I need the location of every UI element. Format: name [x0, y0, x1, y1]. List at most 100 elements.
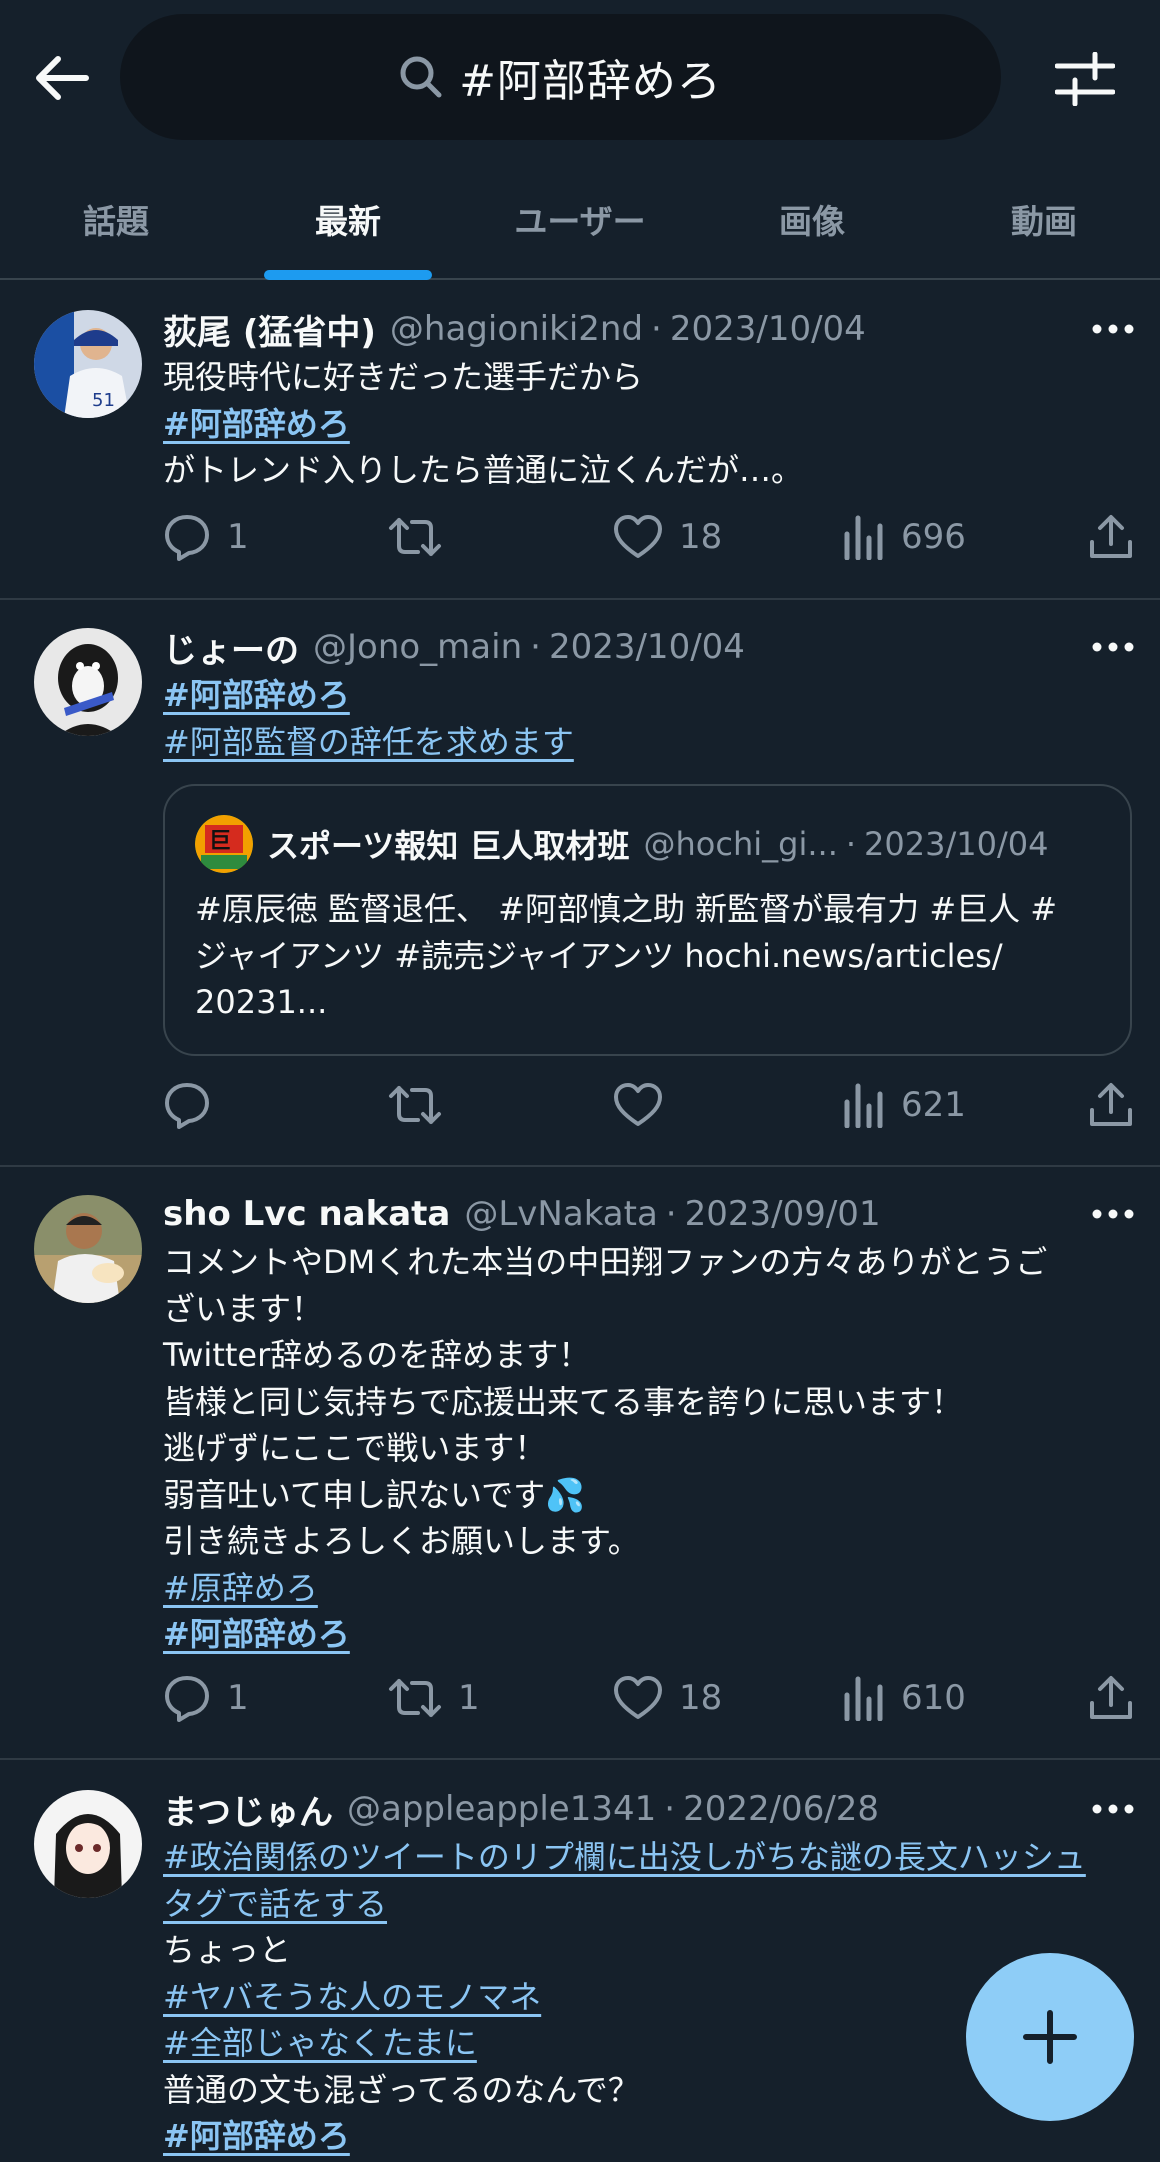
views-icon: [844, 1676, 883, 1721]
avatar[interactable]: [34, 1195, 142, 1303]
tweet-actions: 621: [163, 1077, 1134, 1133]
tab-label: ユーザー: [514, 202, 646, 241]
tweet-text: 現役時代に好きだった選手だから #阿部辞めろ がトレンド入りしたら普通に泣くんだ…: [163, 354, 1134, 494]
hashtag-link[interactable]: #全部じゃなくたまに: [163, 2024, 477, 2062]
hashtag-link[interactable]: #阿部辞めろ: [163, 1615, 350, 1653]
quote-meta: 巨 スポーツ報知 巨人取材班 @hochi_gi... · 2023/10/04: [195, 815, 1100, 873]
retweet-button[interactable]: 1: [388, 1675, 480, 1721]
back-arrow-icon: [36, 56, 89, 100]
text-line: コメントやDMくれた本当の中田翔ファンの方々ありがとうご: [163, 1243, 1048, 1281]
hashtag-link[interactable]: #原辞めろ: [163, 1569, 318, 1607]
avatar-photo: [34, 1195, 142, 1303]
tweet-date[interactable]: 2022/06/28: [683, 1789, 879, 1829]
like-button[interactable]: [613, 1082, 679, 1128]
quote-text: #原辰徳 監督退任、 #阿部慎之助 新監督が最有力 #巨人 # ジャイアンツ #…: [195, 886, 1090, 1026]
views-button[interactable]: 696: [843, 514, 966, 560]
author-handle[interactable]: @hagioniki2nd: [390, 309, 643, 349]
hashtag-link[interactable]: #ヤバそうな人のモノマネ: [163, 1978, 541, 2016]
tweet-meta: 荻尾 (猛省中) @hagioniki2nd · 2023/10/04: [163, 304, 1134, 354]
tab-latest[interactable]: 最新: [232, 160, 464, 280]
author-name[interactable]: 荻尾 (猛省中): [163, 305, 376, 354]
views-count: 696: [901, 517, 966, 557]
views-count: 621: [901, 1085, 966, 1125]
tweet-date[interactable]: 2023/10/04: [549, 627, 745, 667]
hochi-logo-icon: 巨: [195, 815, 253, 873]
reply-button[interactable]: 1: [163, 1674, 249, 1722]
avatar-photo: [34, 628, 142, 736]
hashtag-link[interactable]: タグで話をする: [163, 1885, 387, 1923]
share-button[interactable]: [1088, 514, 1134, 560]
share-button[interactable]: [1088, 1675, 1134, 1721]
text-line: ざいます！: [163, 1289, 324, 1328]
text-line: ちょっと: [163, 1931, 292, 1969]
tweet-date[interactable]: 2023/10/04: [670, 309, 866, 349]
search-tabs: 話題 最新 ユーザー 画像 動画: [0, 160, 1160, 280]
more-icon: [1092, 1804, 1134, 1814]
avatar[interactable]: 51: [34, 310, 142, 418]
tab-users[interactable]: ユーザー: [464, 160, 696, 278]
hashtag-link[interactable]: #阿部監督の辞任を求めます: [163, 723, 574, 761]
share-button[interactable]: [1088, 1082, 1134, 1128]
more-button[interactable]: [1074, 1784, 1134, 1834]
tweet-text: コメントやDMくれた本当の中田翔ファンの方々ありがとうご ざいます！ Twitt…: [163, 1239, 1134, 1658]
like-button[interactable]: 18: [613, 514, 722, 560]
more-button[interactable]: [1074, 1189, 1134, 1239]
tweet-text: #阿部辞めろ #阿部監督の辞任を求めます: [163, 672, 1134, 765]
search-input[interactable]: #阿部辞めろ: [120, 14, 1001, 140]
tab-topics[interactable]: 話題: [0, 160, 232, 278]
separator-dot: ·: [530, 627, 541, 667]
views-count: 610: [901, 1678, 966, 1718]
author-handle[interactable]: @LvNakata: [464, 1194, 657, 1234]
author-name[interactable]: sho Lvc nakata: [163, 1194, 450, 1234]
author-name[interactable]: じょーの: [163, 623, 299, 672]
separator-dot: ·: [651, 309, 662, 349]
reply-button[interactable]: [163, 1081, 227, 1129]
hashtag-link[interactable]: #政治関係のツイートのリプ欄に出没しがちな謎の長文ハッシュ: [163, 1838, 1086, 1876]
retweet-icon: [389, 1086, 441, 1124]
retweet-button[interactable]: [388, 514, 458, 560]
quoted-tweet[interactable]: 巨 スポーツ報知 巨人取材班 @hochi_gi... · 2023/10/04…: [163, 784, 1132, 1056]
search-filter-button[interactable]: [1052, 46, 1118, 112]
tweet[interactable]: まつじゅん @appleapple1341 · 2022/06/28 #政治関係…: [0, 1760, 1160, 2162]
tab-videos[interactable]: 動画: [928, 160, 1160, 278]
retweet-icon: [389, 1679, 441, 1717]
active-tab-indicator: [264, 270, 432, 280]
views-button[interactable]: 621: [843, 1082, 966, 1128]
text-line: 20231...: [195, 983, 328, 1021]
tweet-meta: じょーの @Jono_main · 2023/10/04: [163, 622, 1134, 672]
search-icon: [400, 56, 442, 98]
compose-plus-icon: [1023, 2010, 1077, 2064]
compose-button[interactable]: [966, 1953, 1134, 2121]
retweet-icon: [389, 518, 441, 556]
tweet[interactable]: じょーの @Jono_main · 2023/10/04 #阿部辞めろ #阿部監…: [0, 598, 1160, 1167]
views-icon: [844, 1083, 883, 1128]
like-button[interactable]: 18: [613, 1675, 722, 1721]
share-icon: [1090, 1083, 1132, 1126]
retweet-count: 1: [458, 1678, 480, 1718]
text-line: 皆様と同じ気持ちで応援出来てる事を誇りに思います！: [163, 1382, 964, 1421]
views-button[interactable]: 610: [843, 1675, 966, 1721]
tweet[interactable]: 51 荻尾 (猛省中) @hagioniki2nd · 2023/10/04 現…: [0, 280, 1160, 600]
tweet-date[interactable]: 2023/09/01: [685, 1194, 881, 1234]
hashtag-link[interactable]: #阿部辞めろ: [163, 2117, 350, 2155]
more-button[interactable]: [1074, 622, 1134, 672]
hashtag-link[interactable]: #阿部辞めろ: [163, 405, 350, 443]
avatar[interactable]: [34, 1790, 142, 1898]
author-name[interactable]: まつじゅん: [163, 1785, 333, 1834]
more-icon: [1092, 1209, 1134, 1219]
tweet[interactable]: sho Lvc nakata @LvNakata · 2023/09/01 コメ…: [0, 1165, 1160, 1760]
hashtag-link[interactable]: #阿部辞めろ: [163, 676, 350, 714]
tweet-meta: まつじゅん @appleapple1341 · 2022/06/28: [163, 1784, 1134, 1834]
text-line: 逃げずにここで戦います！: [163, 1429, 547, 1467]
quote-date: 2023/10/04: [864, 825, 1049, 863]
author-handle[interactable]: @appleapple1341: [347, 1789, 656, 1829]
author-handle[interactable]: @Jono_main: [313, 627, 522, 667]
reply-button[interactable]: 1: [163, 513, 249, 561]
back-button[interactable]: [30, 46, 94, 110]
retweet-button[interactable]: [388, 1082, 458, 1128]
more-button[interactable]: [1074, 304, 1134, 354]
avatar[interactable]: [34, 628, 142, 736]
tab-images[interactable]: 画像: [696, 160, 928, 278]
svg-text:巨: 巨: [209, 829, 231, 854]
search-query: #阿部辞めろ: [459, 56, 722, 107]
